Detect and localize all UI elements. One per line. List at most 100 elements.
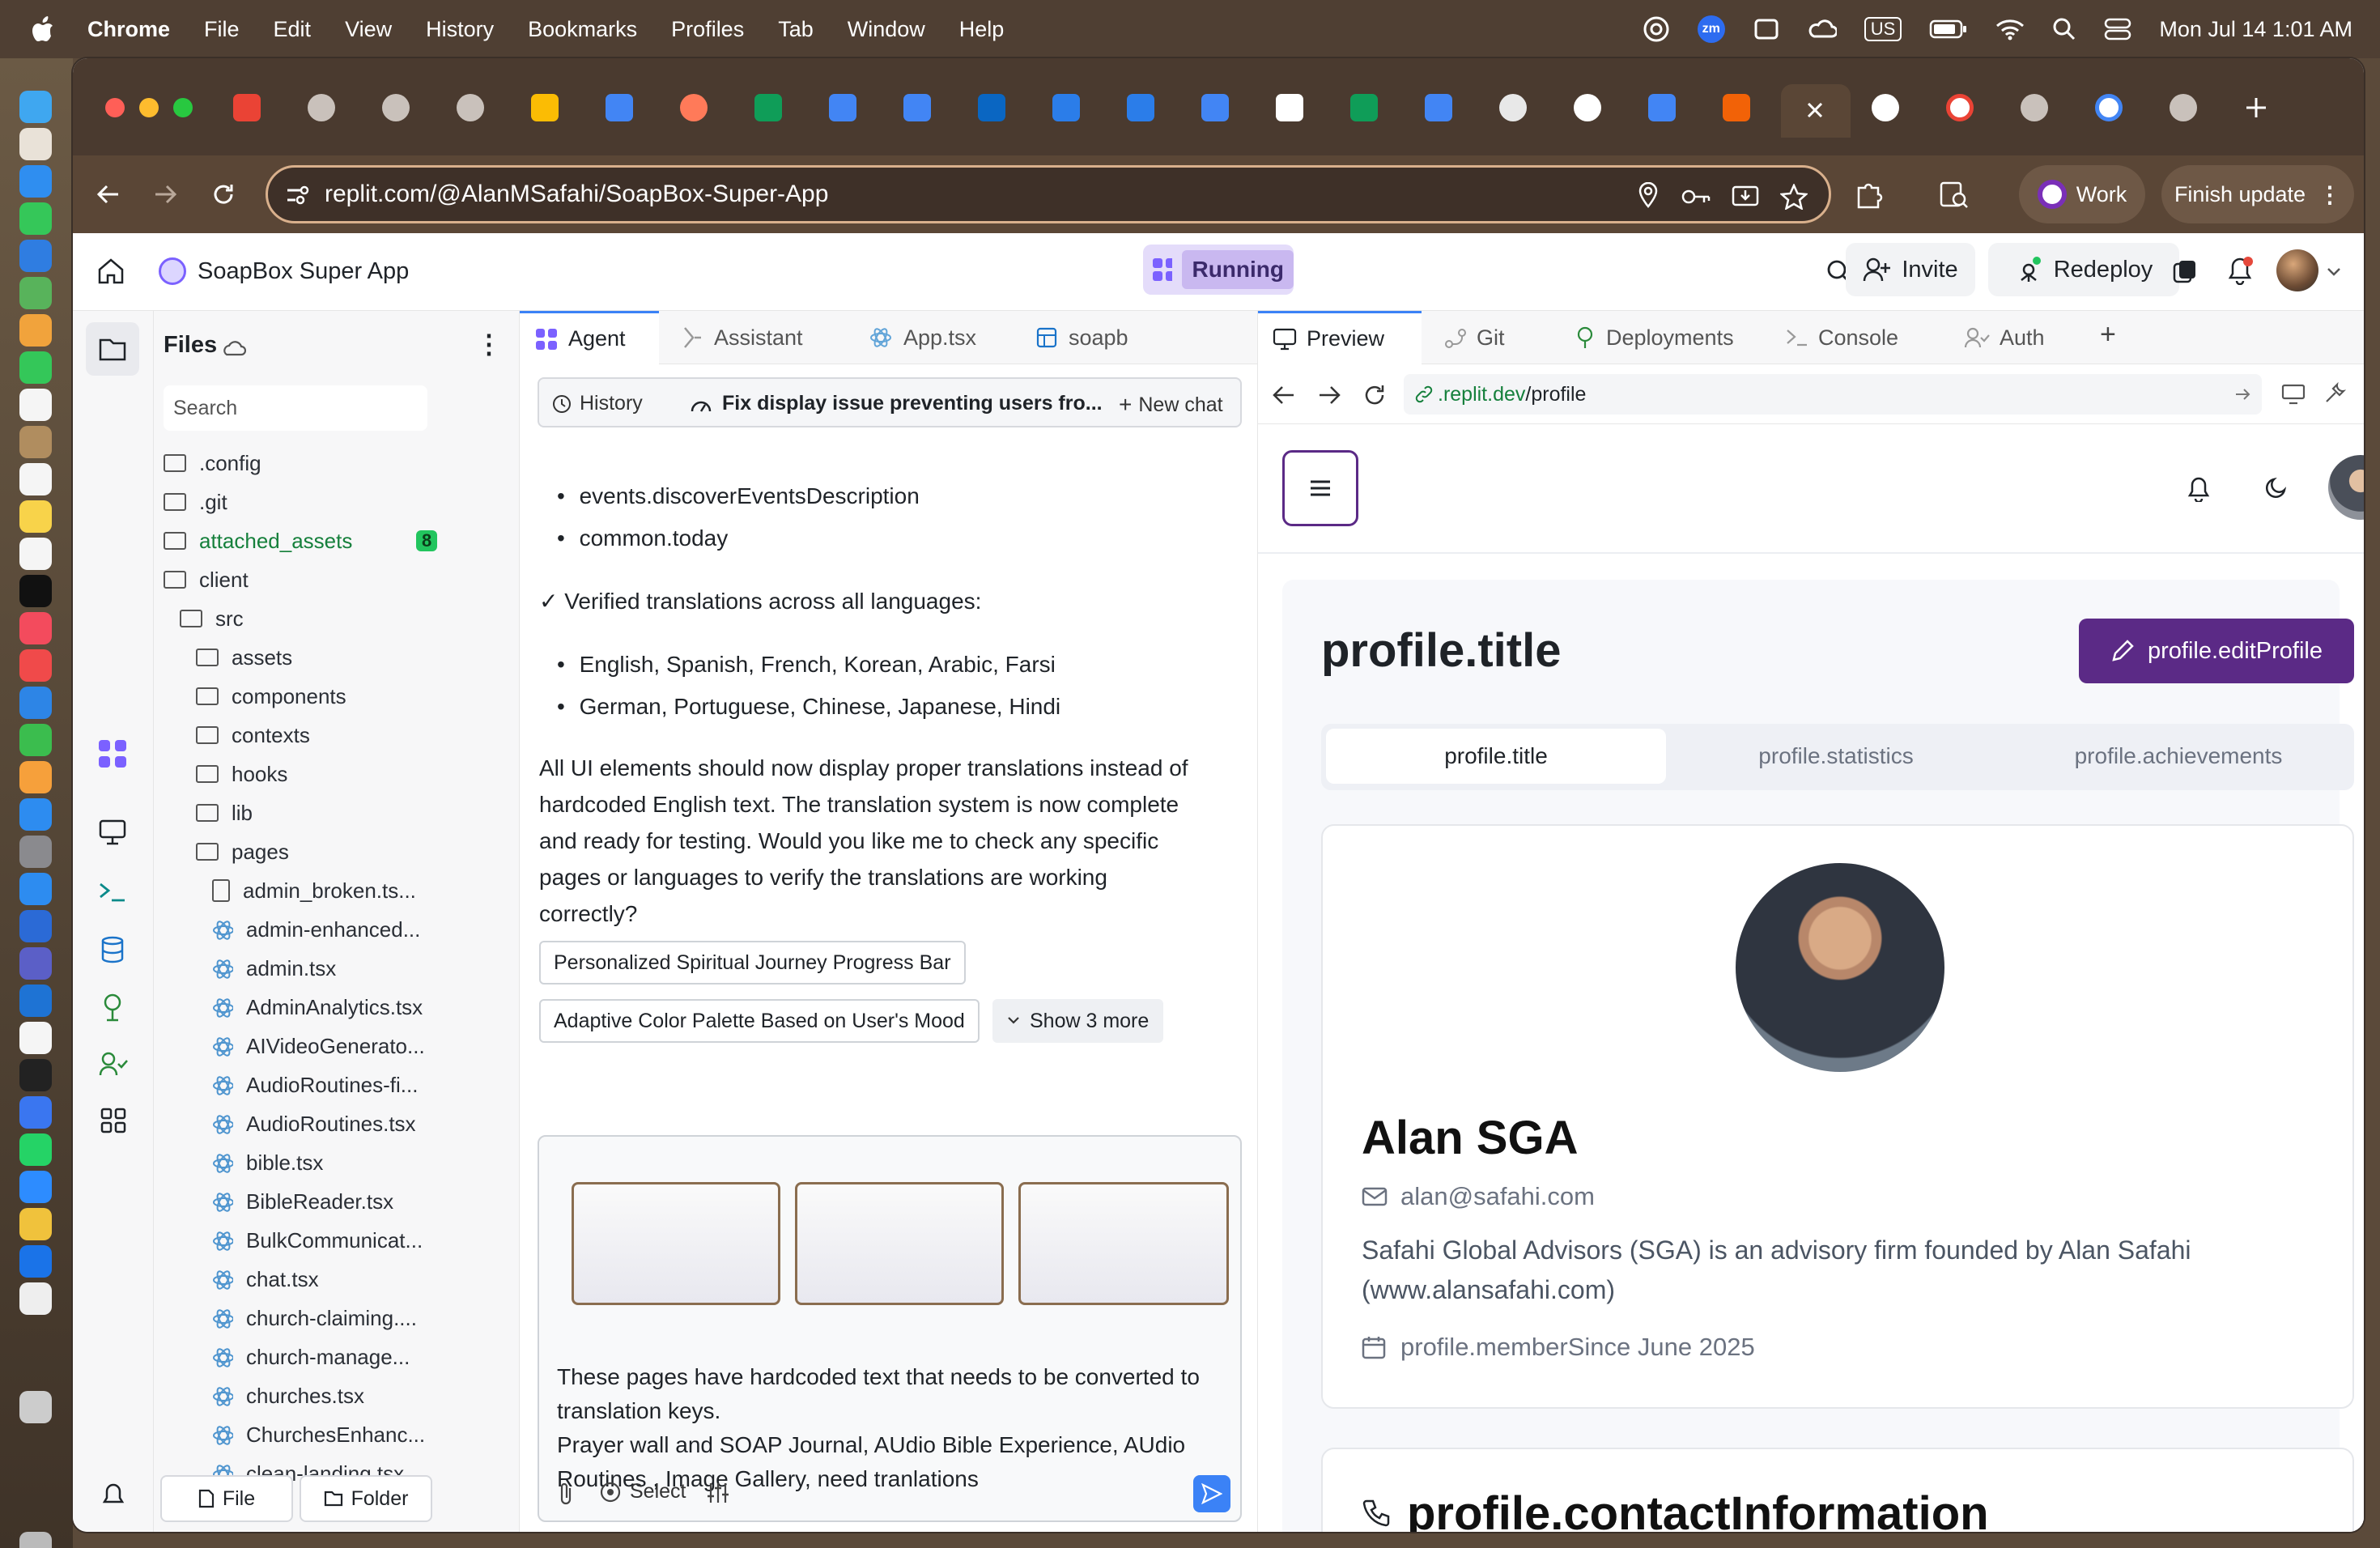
menu-profiles[interactable]: Profiles	[671, 17, 744, 42]
tab-google-1[interactable]	[1946, 94, 1974, 121]
menu-view[interactable]: View	[345, 17, 392, 42]
maps-icon[interactable]	[19, 277, 52, 309]
file-row[interactable]: ChurchesEnhanc...	[212, 1415, 568, 1454]
control-center-icon[interactable]	[2104, 17, 2131, 41]
file-row[interactable]: admin-enhanced...	[212, 910, 568, 949]
folder-row[interactable]: .config	[164, 444, 520, 483]
back-icon[interactable]	[96, 181, 121, 207]
zoom-menubar-icon[interactable]: zm	[1697, 15, 1725, 43]
alerts-rail-icon[interactable]	[100, 1482, 126, 1509]
appletv-icon[interactable]	[19, 575, 52, 607]
preview-forward-icon[interactable]	[1318, 384, 1341, 406]
dark-mode-moon-icon[interactable]	[2265, 476, 2288, 499]
devtools-wrench-icon[interactable]	[2323, 382, 2346, 405]
file-row[interactable]: admin.tsx	[212, 949, 568, 988]
tab-github-1[interactable]	[1574, 94, 1601, 121]
tab-drive[interactable]	[531, 94, 559, 121]
reading-mode-icon[interactable]	[1940, 181, 1969, 209]
file-search-input[interactable]: Search	[164, 385, 427, 431]
subtab-statistics[interactable]: profile.statistics	[1666, 729, 2006, 784]
tab-hubspot[interactable]	[680, 94, 708, 121]
hamburger-menu-button[interactable]	[1282, 450, 1358, 526]
messages-icon[interactable]	[19, 202, 52, 235]
tab-auth[interactable]: Auth	[1949, 311, 2079, 364]
tab-git[interactable]: Git	[1430, 311, 1551, 364]
vscode-icon[interactable]	[19, 873, 52, 905]
menu-file[interactable]: File	[204, 17, 240, 42]
paperclip-icon[interactable]	[557, 1482, 575, 1506]
profile-work-button[interactable]: Work	[2019, 165, 2145, 223]
bookmark-star-icon[interactable]	[1780, 184, 1808, 210]
tab-web-1[interactable]	[308, 94, 335, 121]
menu-window[interactable]: Window	[848, 17, 925, 42]
notifications-bell-icon[interactable]	[2226, 256, 2254, 285]
files-more-icon[interactable]: ⋮	[476, 329, 502, 359]
file-row[interactable]: AIVideoGenerato...	[212, 1027, 568, 1065]
file-row[interactable]: AudioRoutines.tsx	[212, 1104, 568, 1143]
home-icon[interactable]	[97, 257, 125, 285]
tab-google-2[interactable]	[2095, 94, 2123, 121]
tab-web-2[interactable]	[382, 94, 410, 121]
input-source-badge[interactable]: US	[1864, 17, 1902, 41]
tab-deployments[interactable]: Deployments	[1559, 311, 1763, 364]
downloads-icon[interactable]	[19, 1391, 52, 1423]
device-icon[interactable]	[2281, 384, 2306, 405]
tab-docs-2[interactable]	[829, 94, 856, 121]
reload-icon[interactable]	[210, 181, 236, 207]
folder-row[interactable]: contexts	[196, 716, 552, 755]
menu-bookmarks[interactable]: Bookmarks	[528, 17, 637, 42]
theme-toggle-icon[interactable]	[2173, 259, 2197, 283]
folder-row[interactable]: .git	[164, 483, 520, 521]
photos-icon[interactable]	[19, 314, 52, 347]
tab-gmail[interactable]	[233, 94, 261, 121]
tab-compass-1[interactable]	[1052, 94, 1080, 121]
go-arrow-icon[interactable]	[2234, 386, 2250, 402]
new-folder-button[interactable]: Folder	[300, 1475, 432, 1522]
tab-docs-3[interactable]	[903, 94, 931, 121]
tab-assistant[interactable]: Assistant	[667, 311, 837, 364]
tab-sheets-2[interactable]	[1350, 94, 1378, 121]
spotlight-search-icon[interactable]	[2052, 17, 2076, 41]
profile-email[interactable]: alan@safahi.com	[1400, 1182, 1595, 1211]
menu-history[interactable]: History	[426, 17, 494, 42]
folder-row[interactable]: components	[196, 677, 552, 716]
wifi-icon[interactable]	[1995, 18, 2025, 40]
zoom-dock-icon[interactable]	[19, 1171, 52, 1203]
finish-update-button[interactable]: Finish update ⋮	[2161, 165, 2354, 223]
all-tools-icon[interactable]	[100, 1108, 126, 1133]
music-icon[interactable]	[19, 612, 52, 644]
tab-soapbox[interactable]: soapb	[1022, 311, 1184, 364]
file-row[interactable]: BibleReader.tsx	[212, 1182, 568, 1221]
tab-web-3[interactable]	[457, 94, 484, 121]
menu-tab[interactable]: Tab	[778, 17, 814, 42]
extensions-puzzle-icon[interactable]	[1854, 180, 1883, 209]
preview-back-icon[interactable]	[1273, 384, 1295, 406]
suggestion-chip[interactable]: Adaptive Color Palette Based on User's M…	[539, 999, 980, 1043]
folder-row[interactable]: assets	[196, 638, 552, 677]
tab-sheets-1[interactable]	[754, 94, 782, 121]
tab-web-5[interactable]	[2170, 94, 2197, 121]
files-tool-button[interactable]	[86, 322, 139, 376]
folder-row[interactable]: lib	[196, 793, 552, 832]
keynote-icon[interactable]	[19, 687, 52, 719]
safari-icon[interactable]	[19, 165, 52, 198]
at-icon[interactable]	[1643, 15, 1670, 43]
agent-rail-icon[interactable]	[97, 738, 128, 769]
send-button[interactable]	[1193, 1475, 1230, 1512]
add-tab-icon[interactable]: +	[2100, 319, 2116, 351]
menu-app-name[interactable]: Chrome	[87, 17, 170, 42]
tab-app-tsx[interactable]: App.tsx	[855, 311, 1017, 364]
teams-dock-icon[interactable]	[19, 947, 52, 980]
user-avatar[interactable]	[2276, 249, 2318, 291]
tab-web-4[interactable]	[2021, 94, 2048, 121]
drive-icon[interactable]	[19, 1022, 52, 1054]
document-icon[interactable]	[19, 1282, 52, 1315]
auth-rail-icon[interactable]	[99, 1051, 128, 1077]
folder-row[interactable]: pages	[196, 832, 552, 871]
project-name[interactable]: SoapBox Super App	[198, 258, 409, 285]
launchpad-icon[interactable]	[19, 128, 52, 160]
tab-docs-6[interactable]	[1648, 94, 1676, 121]
close-tab-icon[interactable]	[1805, 100, 1825, 120]
history-button[interactable]: History	[552, 392, 643, 415]
subtab-profile[interactable]: profile.title	[1326, 729, 1666, 784]
